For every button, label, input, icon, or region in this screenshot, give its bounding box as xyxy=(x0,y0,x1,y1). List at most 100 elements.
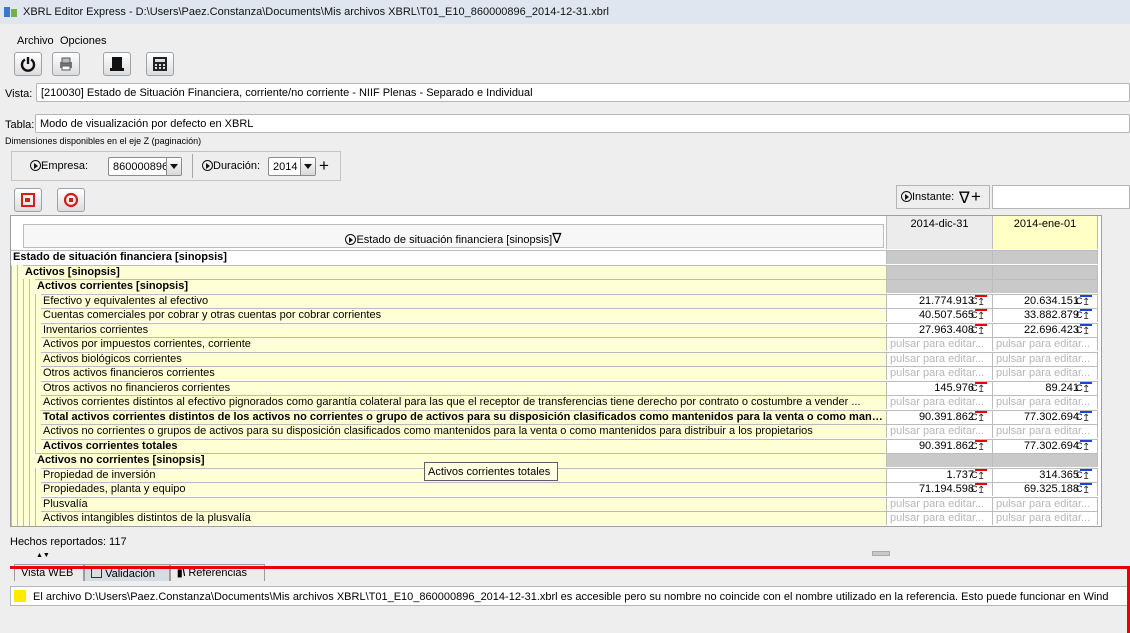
edit-marker-icon[interactable]: C ↥ xyxy=(1076,439,1092,453)
edit-marker-icon[interactable]: C ↥ xyxy=(1076,323,1092,337)
row-label[interactable]: Activos corrientes distintos al efectivo… xyxy=(41,395,886,409)
value-cell[interactable]: 77.302.694 C ↥ xyxy=(992,438,1098,453)
row-label[interactable]: Activos intangibles distintos de la plus… xyxy=(41,511,886,525)
value-cell[interactable]: pulsar para editar... xyxy=(886,351,992,366)
empresa-value: 860000896 xyxy=(113,161,169,173)
value-cell[interactable]: 89.241 C ↥ xyxy=(992,380,1098,395)
edit-marker-icon[interactable]: C ↥ xyxy=(1076,294,1092,308)
row-axis-header[interactable]: Estado de situación financiera [sinopsis… xyxy=(23,224,884,248)
value-cell[interactable]: 21.774.913 C ↥ xyxy=(886,293,992,308)
refresh-button[interactable] xyxy=(57,188,85,212)
menu-opciones[interactable]: Opciones xyxy=(60,35,106,47)
value-cell[interactable]: pulsar para editar... xyxy=(886,395,992,409)
edit-marker-icon[interactable]: C ↥ xyxy=(971,439,987,453)
value-cell[interactable]: 33.882.879 C ↥ xyxy=(992,308,1098,322)
empresa-label: Empresa: xyxy=(41,160,89,172)
column-header-2014-ene-01[interactable]: 2014-ene-01 xyxy=(992,216,1098,249)
value-cell[interactable]: pulsar para editar... xyxy=(992,424,1098,438)
row-label[interactable]: Activos por impuestos corrientes, corrie… xyxy=(41,337,886,351)
instante-axis[interactable]: Instante: ∇ + xyxy=(896,185,990,209)
value-cell[interactable]: 1.737 C ↥ xyxy=(886,467,992,482)
value-cell[interactable]: pulsar para editar... xyxy=(886,366,992,380)
empresa-select[interactable]: 860000896 xyxy=(108,157,182,176)
empresa-dimension[interactable]: Empresa: xyxy=(30,160,88,172)
edit-marker-icon[interactable]: C ↥ xyxy=(971,410,987,424)
dimensions-heading: Dimensiones disponibles en el eje Z (pag… xyxy=(5,136,202,146)
value-cell[interactable]: 77.302.694 C ↥ xyxy=(992,409,1098,424)
edit-marker-icon[interactable]: C ↥ xyxy=(971,381,987,395)
print-button[interactable] xyxy=(52,52,80,76)
row-label[interactable]: Inventarios corrientes xyxy=(41,322,886,337)
duracion-select[interactable]: 2014 xyxy=(268,157,316,176)
column-header-2014-dic-31[interactable]: 2014-dic-31 xyxy=(886,216,992,249)
filter-icon[interactable]: ∇ xyxy=(959,188,970,208)
value-text: 314.365 xyxy=(1039,468,1079,481)
edit-marker-icon[interactable]: C ↥ xyxy=(971,309,987,322)
power-icon xyxy=(20,57,36,72)
menu-archivo[interactable]: Archivo xyxy=(17,35,54,47)
value-cell[interactable]: pulsar para editar... xyxy=(992,337,1098,351)
splitter-arrows-icon[interactable]: ▲▼ xyxy=(36,552,50,559)
row-label[interactable]: Efectivo y equivalentes al efectivo xyxy=(41,293,886,308)
value-cell[interactable]: pulsar para editar... xyxy=(992,351,1098,366)
stamp-button[interactable] xyxy=(103,52,131,76)
value-cell[interactable]: pulsar para editar... xyxy=(992,496,1098,511)
edit-marker-icon[interactable]: C ↥ xyxy=(1076,410,1092,424)
value-cell[interactable]: 90.391.862 C ↥ xyxy=(886,409,992,424)
value-cell[interactable]: 90.391.862 C ↥ xyxy=(886,438,992,453)
value-cell[interactable]: pulsar para editar... xyxy=(992,366,1098,380)
instante-empty xyxy=(992,185,1130,209)
row-label[interactable]: Cuentas comerciales por cobrar y otras c… xyxy=(41,308,886,322)
edit-marker-icon[interactable]: C ↥ xyxy=(971,323,987,337)
add-axis-icon[interactable]: + xyxy=(971,187,981,207)
edit-marker-icon[interactable]: C ↥ xyxy=(1076,309,1092,322)
row-label[interactable]: Total activos corrientes distintos de lo… xyxy=(41,409,886,424)
row-label[interactable]: Otros activos no financieros corrientes xyxy=(41,380,886,395)
column-header-label: 2014-dic-31 xyxy=(910,218,969,230)
row-label[interactable]: Activos no corrientes o grupos de activo… xyxy=(41,424,886,438)
add-dimension-icon[interactable]: + xyxy=(319,157,329,174)
row-label[interactable]: Otros activos financieros corrientes xyxy=(41,366,886,380)
value-cell[interactable]: pulsar para editar... xyxy=(886,337,992,351)
validation-message[interactable]: El archivo D:\Users\Paez.Constanza\Docum… xyxy=(10,586,1130,606)
value-cell[interactable]: pulsar para editar... xyxy=(886,511,992,525)
vista-select[interactable]: [210030] Estado de Situación Financiera,… xyxy=(36,83,1130,102)
table-row: Activos [sinopsis] xyxy=(11,264,1101,280)
row-label[interactable]: Activos [sinopsis] xyxy=(23,264,886,279)
power-button[interactable] xyxy=(14,52,42,76)
value-cell[interactable]: 314.365 C ↥ xyxy=(992,467,1098,482)
value-cell[interactable]: 71.194.598 C ↥ xyxy=(886,482,992,496)
edit-marker-icon[interactable]: C ↥ xyxy=(1076,468,1092,482)
row-label[interactable]: Plusvalía xyxy=(41,496,886,511)
value-cell[interactable]: pulsar para editar... xyxy=(992,395,1098,409)
row-axis-label: Estado de situación financiera [sinopsis… xyxy=(356,234,553,246)
table-row: Otros activos no financieros corrientes 1… xyxy=(11,380,1101,396)
edit-marker-icon[interactable]: C ↥ xyxy=(971,468,987,482)
value-cell[interactable]: 69.325.188 C ↥ xyxy=(992,482,1098,496)
row-label[interactable]: Estado de situación financiera [sinopsis… xyxy=(11,250,886,264)
row-label[interactable]: Propiedades, planta y equipo xyxy=(41,482,886,496)
tabla-select[interactable]: Modo de visualización por defecto en XBR… xyxy=(35,114,1130,133)
table-row: Activos no corrientes o grupos de activo… xyxy=(11,424,1101,439)
value-cell[interactable]: pulsar para editar... xyxy=(886,424,992,438)
splitter-handle[interactable] xyxy=(872,551,890,556)
edit-marker-icon[interactable]: C ↥ xyxy=(1076,381,1092,395)
value-cell[interactable]: 40.507.565 C ↥ xyxy=(886,308,992,322)
value-cell[interactable]: 27.963.408 C ↥ xyxy=(886,322,992,337)
value-cell[interactable]: pulsar para editar... xyxy=(992,511,1098,525)
value-cell[interactable]: 20.634.151 C ↥ xyxy=(992,293,1098,308)
calculator-button[interactable] xyxy=(146,52,174,76)
duracion-dimension[interactable]: Duración: xyxy=(202,160,260,172)
expand-arrow-icon xyxy=(30,160,41,171)
value-cell[interactable]: pulsar para editar... xyxy=(886,496,992,511)
value-cell xyxy=(886,453,992,467)
value-cell[interactable]: 22.696.423 C ↥ xyxy=(992,322,1098,337)
edit-marker-icon[interactable]: C ↥ xyxy=(971,483,987,496)
collapse-button[interactable] xyxy=(14,188,42,212)
value-cell[interactable]: 145.976 C ↥ xyxy=(886,380,992,395)
edit-marker-icon[interactable]: C ↥ xyxy=(971,294,987,308)
row-label[interactable]: Activos biológicos corrientes xyxy=(41,351,886,366)
edit-marker-icon[interactable]: C ↥ xyxy=(1076,483,1092,496)
row-label[interactable]: Activos corrientes totales xyxy=(41,438,886,453)
row-label[interactable]: Activos corrientes [sinopsis] xyxy=(35,279,886,293)
